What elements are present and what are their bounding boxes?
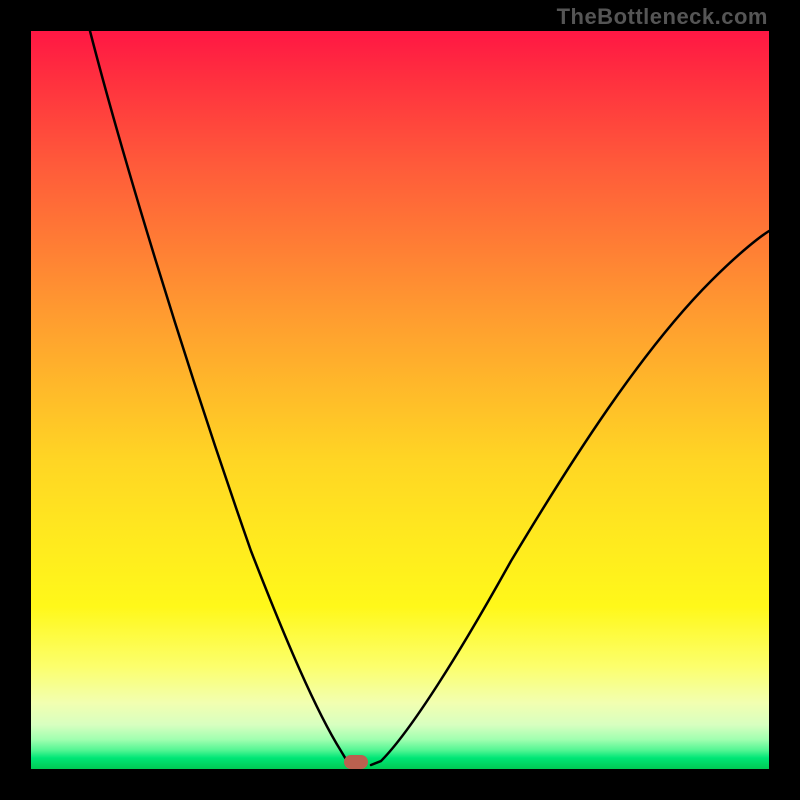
curve-left	[90, 31, 361, 765]
bottleneck-curve	[31, 31, 769, 769]
attribution-label: TheBottleneck.com	[557, 4, 768, 30]
curve-right	[371, 231, 769, 765]
optimal-marker	[344, 755, 368, 769]
chart-frame: TheBottleneck.com	[0, 0, 800, 800]
plot-area	[31, 31, 769, 769]
